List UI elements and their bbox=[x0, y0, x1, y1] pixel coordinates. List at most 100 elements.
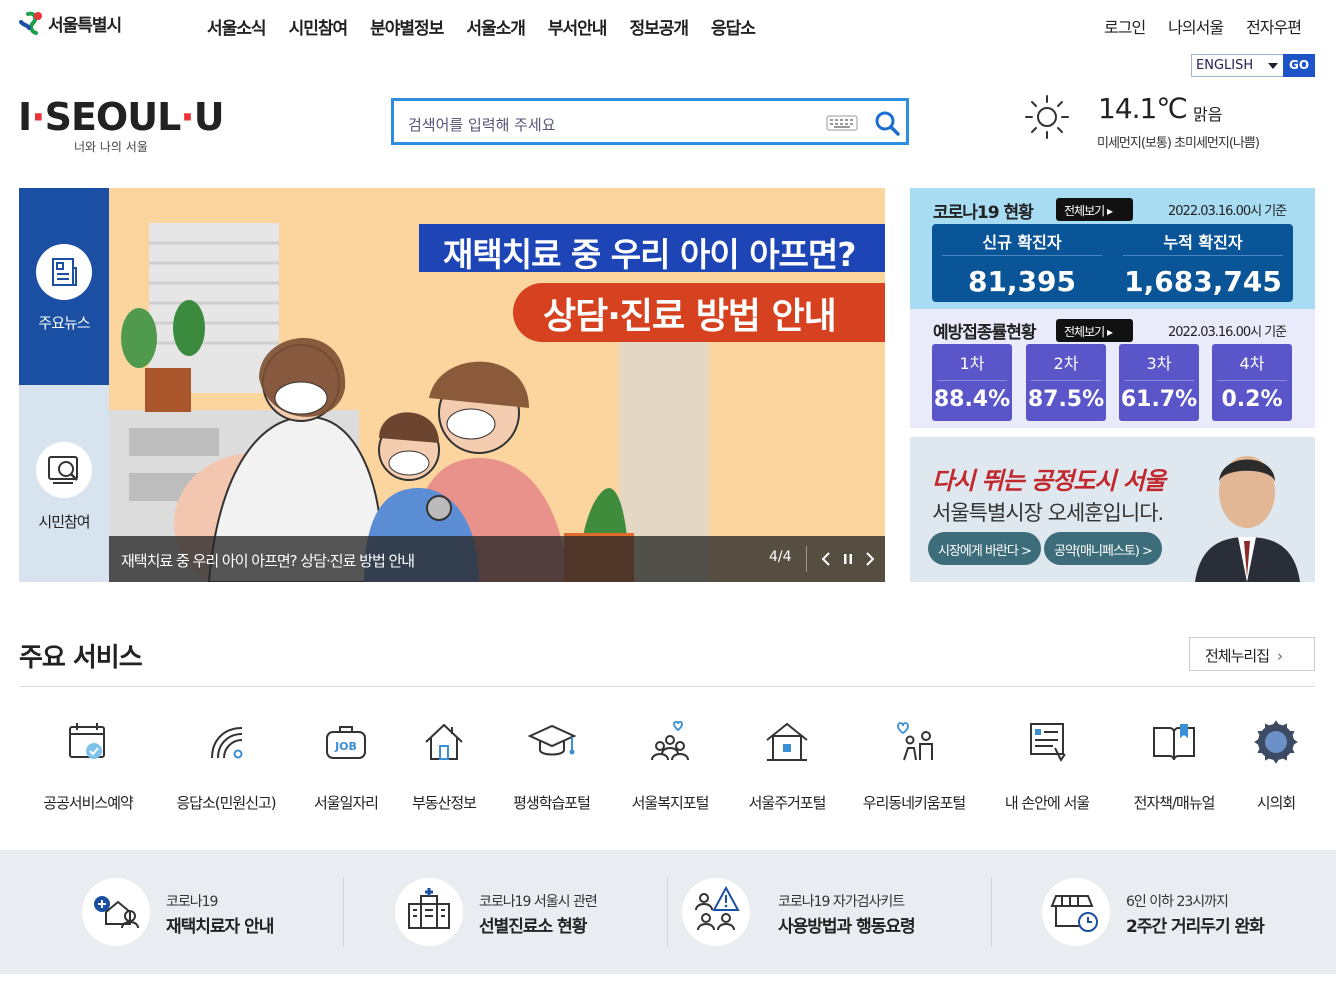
dose-4-value: 0.2% bbox=[1221, 387, 1283, 412]
mayor-banner[interactable]: 다시 뛰는 공정도시 서울 서울특별시장 오세훈입니다. 시장에게 바란다 > … bbox=[910, 437, 1315, 582]
apartment-icon bbox=[766, 722, 808, 761]
service-lifelong-learning[interactable]: 평생학습포털 bbox=[504, 718, 599, 813]
notice-title: 선별진료소 현황 bbox=[479, 917, 587, 937]
covid-date: 2022.03.16.00시 기준 bbox=[1168, 204, 1287, 219]
covid-status-panel: 코로나19 현황 전체보기 ▸ 2022.03.16.00시 기준 신규 확진자… bbox=[910, 188, 1315, 309]
brand-slogan: 너와 나의 서울 bbox=[74, 140, 148, 154]
nav-participation[interactable]: 시민참여 bbox=[289, 14, 349, 39]
vaccination-more-button[interactable]: 전체보기 ▸ bbox=[1056, 319, 1133, 342]
site-name: 서울특별시 bbox=[48, 15, 122, 36]
keyboard-icon[interactable] bbox=[826, 115, 858, 131]
dose-3-value: 61.7% bbox=[1120, 387, 1198, 412]
service-real-estate[interactable]: 부동산정보 bbox=[404, 718, 484, 813]
notice-sub: 코로나19 자가검사키트 bbox=[778, 894, 905, 910]
covid-total-label: 누적 확진자 bbox=[1163, 233, 1243, 252]
banner-caption-bar: 재택치료 중 우리 아이 아프면? 상담·진료 방법 안내 4/4 bbox=[109, 536, 885, 582]
chevron-right-icon: › bbox=[1277, 647, 1283, 665]
service-housing[interactable]: 서울주거포털 bbox=[740, 718, 834, 813]
service-label: 공공서비스예약 bbox=[43, 794, 134, 812]
nav-news[interactable]: 서울소식 bbox=[207, 14, 267, 39]
tab-main-news[interactable]: 주요뉴스 bbox=[19, 188, 109, 385]
seoul-logo[interactable]: 서울특별시 bbox=[18, 10, 122, 36]
dose-4-label: 4차 bbox=[1239, 354, 1265, 373]
notice-sub: 6인 이하 23시까지 bbox=[1126, 894, 1229, 910]
service-eungdapso[interactable]: 응답소(민원신고) bbox=[167, 718, 285, 813]
store-clock-icon bbox=[1042, 878, 1110, 946]
service-kium-portal[interactable]: 우리동네키움포털 bbox=[852, 718, 976, 813]
login-link[interactable]: 로그인 bbox=[1104, 14, 1146, 38]
dose-2: 2차 87.5% bbox=[1026, 344, 1106, 421]
my-seoul-link[interactable]: 나의서울 bbox=[1168, 14, 1224, 38]
service-city-council[interactable]: 시의회 bbox=[1246, 718, 1306, 813]
participation-icon bbox=[36, 442, 92, 498]
covid-numbers: 신규 확진자 81,395 누적 확진자 1,683,745 bbox=[932, 224, 1293, 302]
service-my-hand-seoul[interactable]: 내 손안에 서울 bbox=[995, 718, 1099, 813]
service-public-reservation[interactable]: 공공서비스예약 bbox=[35, 718, 141, 813]
nav-eungdapso[interactable]: 응답소 bbox=[711, 14, 756, 39]
book-icon bbox=[1153, 724, 1195, 761]
prev-icon[interactable] bbox=[819, 551, 833, 567]
covid-more-label: 전체보기 bbox=[1064, 204, 1105, 218]
service-ebook[interactable]: 전자책/매뉴얼 bbox=[1124, 718, 1224, 813]
warning-people-icon bbox=[682, 878, 750, 946]
temperature: 14.1℃ bbox=[1098, 92, 1188, 125]
calendar-check-icon bbox=[69, 723, 105, 759]
service-label: 시의회 bbox=[1256, 794, 1296, 812]
all-sites-button[interactable]: 전체누리집 › bbox=[1189, 637, 1315, 671]
services-title: 주요 서비스 bbox=[19, 643, 143, 673]
nav-disclosure[interactable]: 정보공개 bbox=[629, 14, 689, 39]
notice-sub: 코로나19 서울시 관련 bbox=[479, 894, 598, 910]
dose-1: 1차 88.4% bbox=[932, 344, 1012, 421]
tab-citizen-participation[interactable]: 시민참여 bbox=[19, 385, 109, 582]
banner-caption: 재택치료 중 우리 아이 아프면? 상담·진료 방법 안내 bbox=[121, 552, 415, 570]
service-label: 서울주거포털 bbox=[748, 794, 827, 812]
main-nav: 서울소식 시민참여 분야별정보 서울소개 부서안내 정보공개 응답소 bbox=[207, 14, 778, 39]
nav-about[interactable]: 서울소개 bbox=[466, 14, 526, 39]
covid-total-value: 1,683,745 bbox=[1124, 265, 1282, 298]
banner-divider bbox=[806, 546, 807, 572]
main-banner[interactable]: 재택치료 중 우리 아이 아프면? 상담·진료 방법 안내 재택치료 중 우리 … bbox=[109, 188, 885, 582]
service-label: 응답소(민원신고) bbox=[176, 794, 276, 812]
language-value: ENGLISH bbox=[1196, 58, 1254, 73]
dose-2-label: 2차 bbox=[1053, 354, 1079, 373]
email-link[interactable]: 전자우편 bbox=[1246, 14, 1302, 38]
util-nav: 로그인 나의서울 전자우편 bbox=[1104, 14, 1324, 38]
language-go-button[interactable]: GO bbox=[1283, 54, 1315, 77]
sky-status: 맑음 bbox=[1193, 105, 1223, 124]
divider bbox=[667, 878, 668, 946]
i-seoul-u-brand[interactable]: I·SEOUL·U 너와 나의 서울 bbox=[18, 95, 225, 154]
job-icon: JOB bbox=[326, 726, 366, 759]
divider bbox=[1123, 255, 1283, 256]
vaccination-more-label: 전체보기 bbox=[1064, 325, 1105, 339]
all-sites-label: 전체누리집 bbox=[1205, 647, 1270, 665]
covid-title: 코로나19 현황 bbox=[933, 203, 1034, 223]
search-icon[interactable] bbox=[874, 110, 900, 136]
hospital-icon bbox=[395, 878, 463, 946]
service-jobs[interactable]: JOB 서울일자리 bbox=[306, 718, 386, 813]
council-emblem-icon bbox=[1254, 720, 1298, 764]
notice-sub: 코로나19 bbox=[166, 894, 218, 910]
mayor-request-button[interactable]: 시장에게 바란다 > bbox=[928, 532, 1041, 565]
brand-logo: I·SEOUL·U bbox=[18, 95, 225, 139]
family-icon bbox=[897, 722, 933, 761]
banner-title-1: 재택치료 중 우리 아이 아프면? bbox=[419, 224, 885, 274]
nav-departments[interactable]: 부서안내 bbox=[548, 14, 608, 39]
seoul-logo-icon bbox=[19, 11, 42, 35]
mayor-pledge-button[interactable]: 공약(매니페스토) > bbox=[1044, 532, 1162, 565]
pause-icon[interactable] bbox=[841, 551, 855, 567]
covid-new-cell: 신규 확진자 81,395 bbox=[932, 224, 1112, 302]
service-welfare[interactable]: 서울복지포털 bbox=[622, 718, 718, 813]
mayor-name: 서울특별시장 오세훈입니다. bbox=[932, 501, 1164, 525]
notice-band: 코로나19 재택치료자 안내 코로나19 서울시 관련 선별진료소 현황 코로나… bbox=[0, 850, 1336, 974]
language-select[interactable]: ENGLISH bbox=[1191, 54, 1285, 77]
nav-info[interactable]: 분야별정보 bbox=[370, 14, 444, 39]
notice-title: 2주간 거리두기 완화 bbox=[1126, 917, 1265, 937]
covid-total-cell: 누적 확진자 1,683,745 bbox=[1113, 224, 1293, 302]
search-input[interactable]: 검색어를 입력해 주세요 bbox=[408, 114, 556, 135]
service-label: 평생학습포털 bbox=[513, 794, 591, 812]
svg-text:JOB: JOB bbox=[334, 740, 357, 753]
service-label: 서울복지포털 bbox=[631, 794, 710, 812]
covid-more-button[interactable]: 전체보기 ▸ bbox=[1056, 198, 1133, 221]
next-icon[interactable] bbox=[863, 551, 877, 567]
search-box[interactable]: 검색어를 입력해 주세요 bbox=[391, 98, 909, 145]
